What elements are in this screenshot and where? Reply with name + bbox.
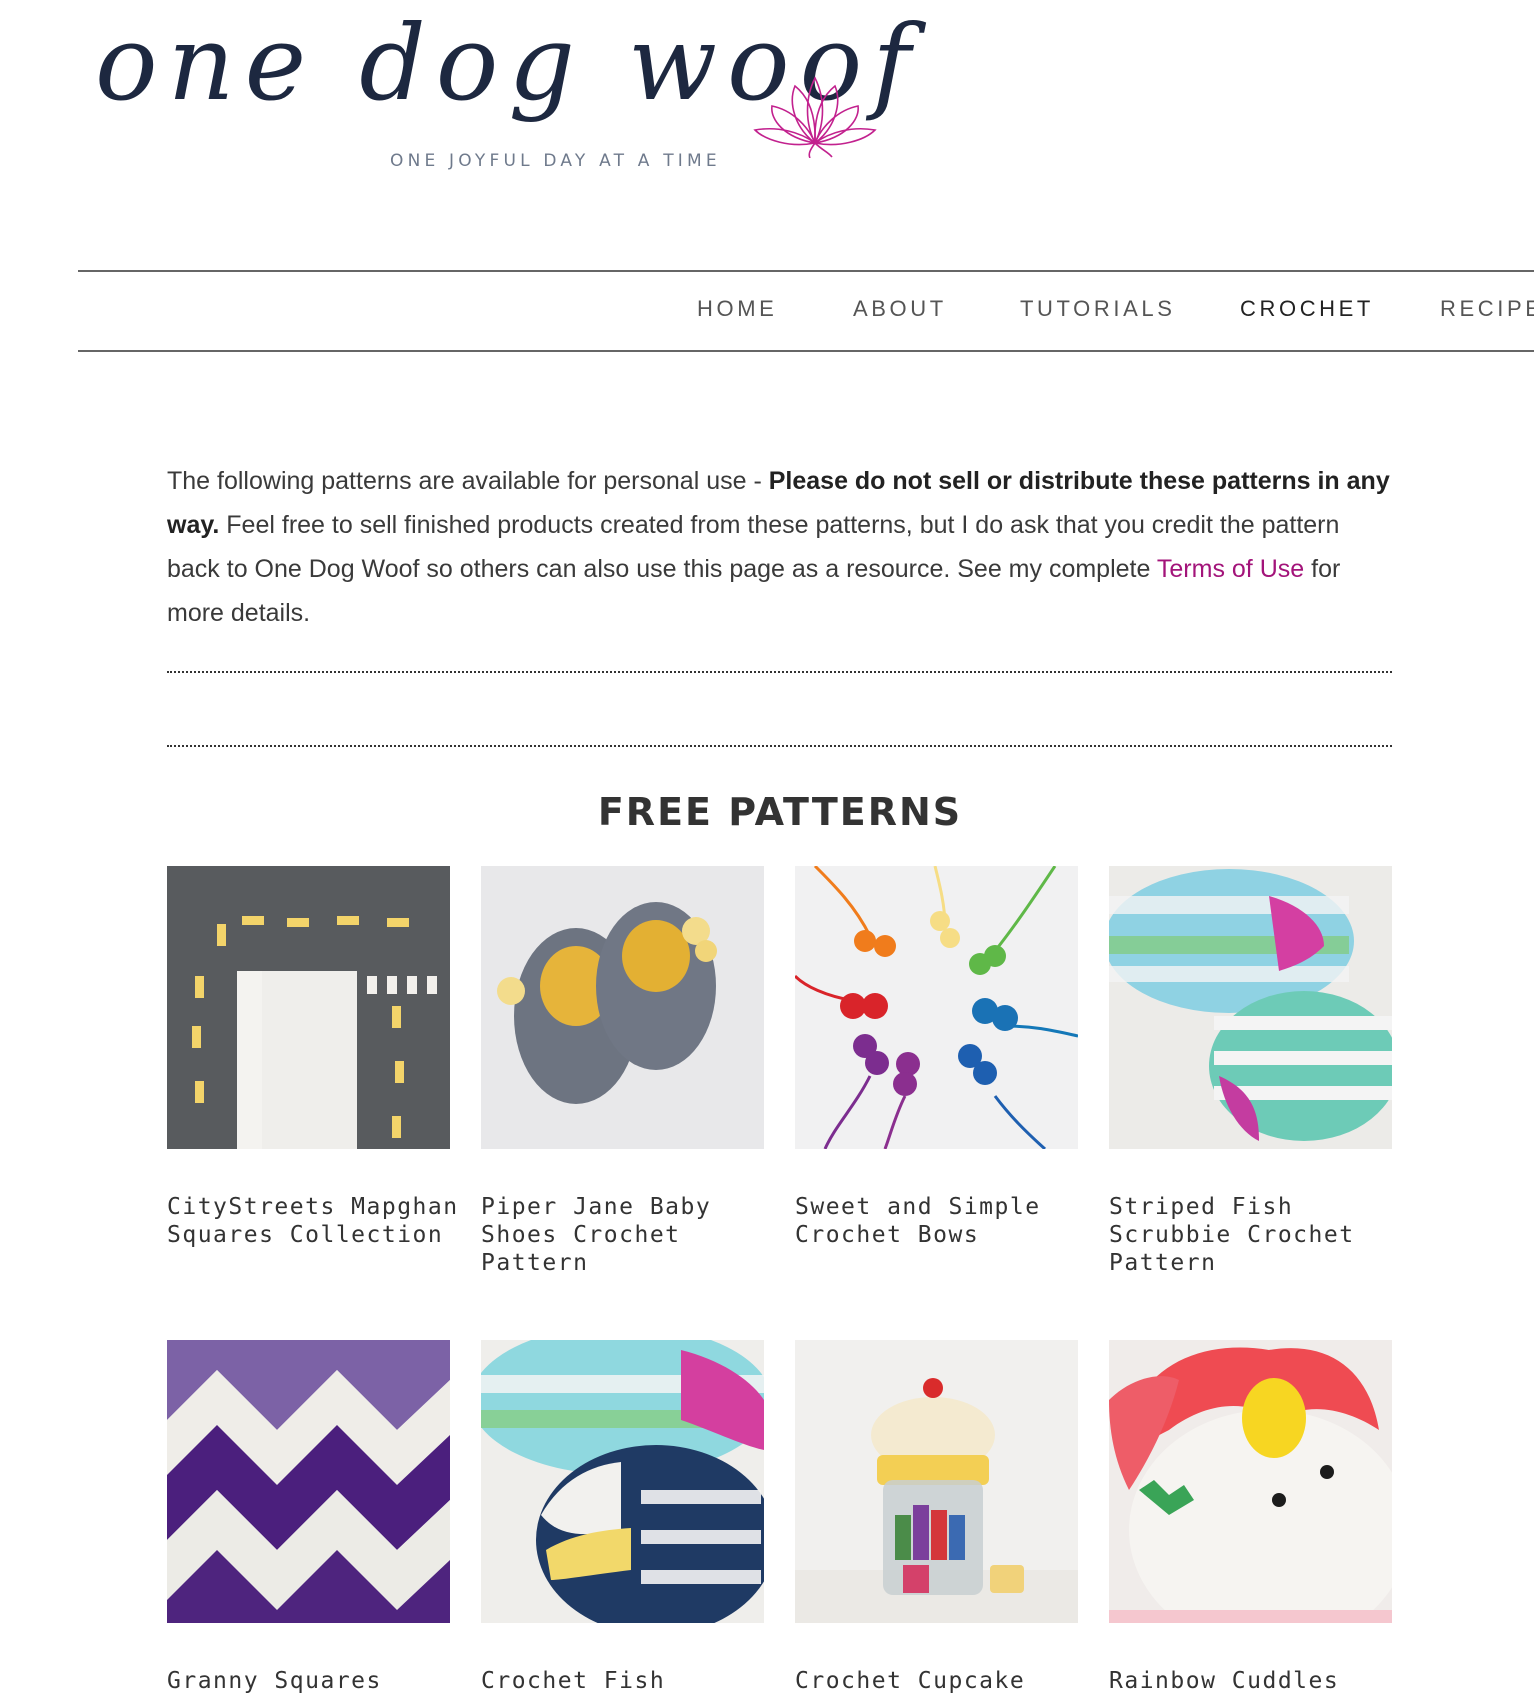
intro-paragraph: The following patterns are available for… [167, 459, 1397, 635]
lotus-icon [753, 76, 877, 158]
free-patterns-heading: FREE PATTERNS [597, 790, 963, 834]
pattern-title[interactable]: Striped Fish Scrubbie Crochet Pattern [1109, 1193, 1409, 1277]
nav-bottom-rule [78, 350, 1534, 352]
intro-text-1: The following patterns are available for… [167, 467, 769, 495]
pattern-thumbnail[interactable] [1109, 1340, 1392, 1623]
nav-home[interactable]: HOME [697, 296, 777, 322]
pattern-title[interactable]: Crochet Fish [481, 1667, 781, 1695]
pattern-title[interactable]: Granny Squares [167, 1667, 467, 1695]
pattern-thumbnail[interactable] [481, 866, 764, 1149]
dotted-divider [167, 745, 1392, 747]
dotted-divider [167, 671, 1392, 673]
pattern-title[interactable]: Sweet and Simple Crochet Bows [795, 1193, 1095, 1249]
crochet-fish-image [481, 1340, 764, 1623]
crochet-bows-image [795, 866, 1078, 1149]
pattern-title[interactable]: Crochet Cupcake [795, 1667, 1095, 1695]
pattern-thumbnail[interactable] [167, 866, 450, 1149]
pattern-thumbnail[interactable] [481, 1340, 764, 1623]
fish-scrubbie-image [1109, 866, 1392, 1149]
granny-squares-image [167, 1340, 450, 1623]
main-nav: HOME ABOUT TUTORIALS CROCHET RECIPES [0, 296, 1534, 326]
nav-tutorials[interactable]: TUTORIALS [1020, 296, 1175, 322]
pattern-thumbnail[interactable] [1109, 866, 1392, 1149]
rainbow-cuddles-image [1109, 1340, 1392, 1623]
nav-crochet[interactable]: CROCHET [1240, 296, 1374, 322]
site-logo[interactable]: one dog woof ONE JOYFUL DAY AT A TIME [85, 6, 911, 176]
terms-of-use-link[interactable]: Terms of Use [1157, 555, 1304, 583]
pattern-thumbnail[interactable] [795, 1340, 1078, 1623]
pattern-thumbnail[interactable] [795, 866, 1078, 1149]
pattern-title[interactable]: CityStreets Mapghan Squares Collection [167, 1193, 467, 1249]
crochet-cupcake-image [795, 1340, 1078, 1623]
nav-top-rule [78, 270, 1534, 272]
pattern-title[interactable]: Rainbow Cuddles [1109, 1667, 1409, 1695]
site-tagline: ONE JOYFUL DAY AT A TIME [390, 151, 721, 171]
pattern-title[interactable]: Piper Jane Baby Shoes Crochet Pattern [481, 1193, 781, 1277]
pattern-thumbnail[interactable] [167, 1340, 450, 1623]
nav-recipes[interactable]: RECIPES [1440, 296, 1534, 322]
nav-about[interactable]: ABOUT [853, 296, 947, 322]
baby-shoes-image [481, 866, 764, 1149]
city-streets-image [167, 866, 450, 1149]
